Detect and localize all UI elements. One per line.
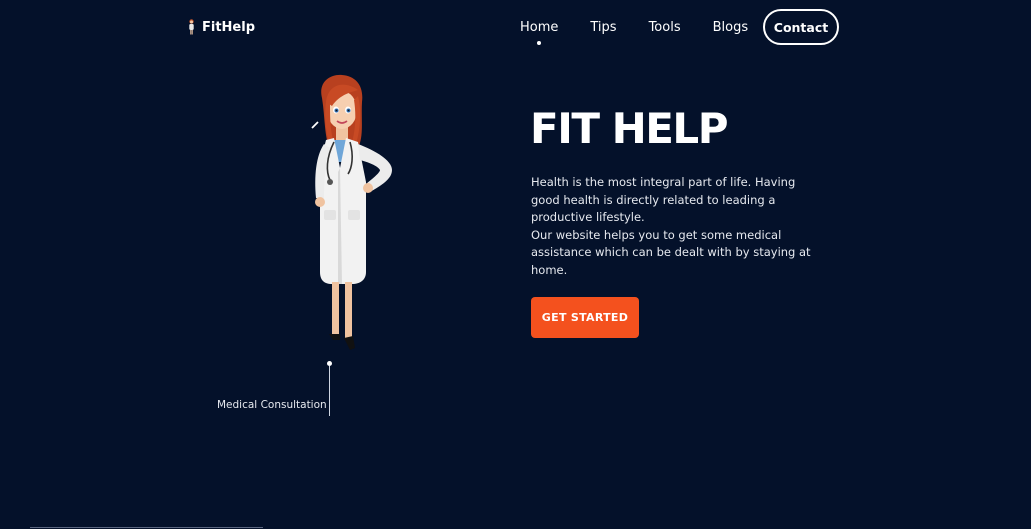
bottom-divider [30, 527, 263, 528]
annotation-line [329, 366, 330, 416]
page: FitHelp Home Tips Tools Blogs Contact FI… [0, 0, 1031, 529]
contact-button[interactable]: Contact [763, 9, 839, 45]
main-nav: Home Tips Tools Blogs [520, 20, 749, 45]
logo[interactable]: FitHelp [187, 19, 255, 35]
nav-blogs[interactable]: Blogs [713, 20, 749, 35]
nav-tools-label: Tools [648, 20, 681, 35]
get-started-button[interactable]: GET STARTED [531, 297, 639, 338]
nav-tools[interactable]: Tools [649, 20, 681, 35]
doctor-figure-icon [187, 19, 196, 35]
nav-blogs-label: Blogs [712, 20, 749, 35]
hero-paragraph-2: Our website helps you to get some medica… [531, 227, 811, 277]
hero-title: FIT HELP [530, 104, 728, 153]
nav-home[interactable]: Home [520, 20, 559, 45]
nav-tips[interactable]: Tips [590, 20, 616, 35]
doctor-illustration [300, 72, 400, 357]
nav-tips-label: Tips [590, 20, 617, 35]
hero-paragraph-1: Health is the most integral part of life… [531, 175, 796, 224]
medical-consultation-label: Medical Consultation [217, 399, 327, 411]
logo-text: FitHelp [202, 19, 256, 35]
hero-description: Health is the most integral part of life… [531, 174, 821, 279]
active-indicator-dot [537, 41, 542, 45]
nav-home-label: Home [520, 20, 559, 35]
